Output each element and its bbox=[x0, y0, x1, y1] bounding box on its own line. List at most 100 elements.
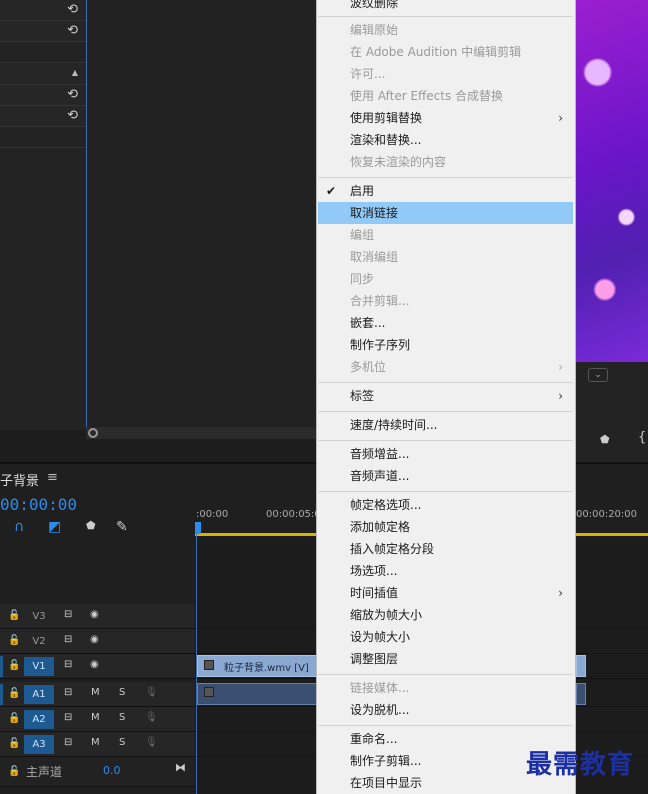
lock-icon[interactable]: 🔓 bbox=[8, 635, 20, 646]
menu-item[interactable]: 编辑原始 bbox=[318, 19, 573, 41]
lock-icon[interactable]: 🔓 bbox=[8, 713, 20, 724]
wrench-icon[interactable]: ✎ bbox=[116, 519, 128, 535]
audio-clip-end[interactable] bbox=[576, 683, 586, 705]
lock-icon[interactable]: 🔓 bbox=[8, 660, 20, 671]
mute-button[interactable]: M bbox=[91, 687, 100, 698]
track-id-v3[interactable]: V3 bbox=[24, 607, 54, 626]
fx-property-row[interactable]: ⟲ bbox=[0, 0, 86, 21]
menu-item[interactable]: 场选项... bbox=[318, 560, 573, 582]
fx-property-row[interactable]: ⟲ bbox=[0, 21, 86, 42]
lock-icon[interactable]: 🔓 bbox=[8, 688, 20, 699]
mute-button[interactable]: M bbox=[91, 737, 100, 748]
menu-item[interactable]: 制作子序列 bbox=[318, 334, 573, 356]
menu-item[interactable]: 合并剪辑... bbox=[318, 290, 573, 312]
menu-item[interactable]: 许可... bbox=[318, 63, 573, 85]
video-clip-end[interactable] bbox=[576, 655, 586, 677]
reset-icon[interactable]: ⟲ bbox=[67, 87, 78, 102]
add-marker-icon[interactable]: ⬟ bbox=[86, 519, 96, 532]
menu-item[interactable]: 音频增益... bbox=[318, 443, 573, 465]
mute-button[interactable]: M bbox=[91, 712, 100, 723]
eye-icon[interactable]: ◉ bbox=[90, 634, 99, 645]
sync-lock-icon[interactable]: ⊟ bbox=[64, 687, 72, 698]
master-volume-value[interactable]: 0.0 bbox=[103, 764, 121, 777]
reset-icon[interactable]: ⟲ bbox=[67, 108, 78, 123]
go-to-end-icon[interactable]: ⧓ bbox=[175, 761, 186, 774]
sync-lock-icon[interactable]: ⊟ bbox=[64, 634, 72, 645]
mark-in-icon[interactable]: { bbox=[638, 430, 646, 445]
playhead-timecode[interactable]: 00:00:00 bbox=[0, 495, 77, 514]
menu-item[interactable]: 恢复未渲染的内容 bbox=[318, 151, 573, 173]
lock-icon[interactable]: 🔓 bbox=[8, 610, 20, 621]
track-header-a1[interactable]: 🔓 A1 ⊟ M S 🎙 bbox=[0, 682, 195, 707]
fx-property-row[interactable]: ⟲ bbox=[0, 106, 86, 127]
track-id-v1[interactable]: V1 bbox=[24, 657, 54, 676]
menu-item[interactable]: 取消链接 bbox=[318, 202, 573, 224]
playhead[interactable] bbox=[195, 522, 201, 534]
menu-item[interactable]: 设为帧大小 bbox=[318, 626, 573, 648]
menu-item[interactable]: 速度/持续时间... bbox=[318, 414, 573, 436]
menu-item[interactable]: 启用 ✔ bbox=[318, 180, 573, 202]
fx-section-header[interactable]: ▲ bbox=[0, 64, 86, 85]
menu-item[interactable]: 帧定格选项... bbox=[318, 494, 573, 516]
track-header-v3[interactable]: 🔓 V3 ⊟ ◉ bbox=[0, 604, 195, 629]
snap-magnet-icon[interactable]: ∩ bbox=[14, 519, 24, 535]
solo-button[interactable]: S bbox=[119, 737, 125, 748]
track-header-a3[interactable]: 🔓 A3 ⊟ M S 🎙 bbox=[0, 732, 195, 757]
track-header-v1[interactable]: 🔓 V1 ⊟ ◉ bbox=[0, 654, 195, 679]
menu-item[interactable]: 波纹删除 bbox=[318, 0, 573, 14]
menu-item[interactable]: 设为脱机... bbox=[318, 699, 573, 721]
menu-item[interactable]: 缩放为帧大小 bbox=[318, 604, 573, 626]
microphone-icon[interactable]: 🎙 bbox=[145, 712, 158, 723]
source-patch[interactable] bbox=[0, 656, 3, 677]
track-id-a2[interactable]: A2 bbox=[24, 710, 54, 729]
linked-selection-icon[interactable]: ◩ bbox=[48, 519, 61, 535]
menu-item[interactable]: 插入帧定格分段 bbox=[318, 538, 573, 560]
audio-clip[interactable] bbox=[197, 683, 317, 705]
microphone-icon[interactable]: 🎙 bbox=[145, 687, 158, 698]
track-id-a1[interactable]: A1 bbox=[24, 685, 54, 704]
menu-item[interactable]: 音频声道... bbox=[318, 465, 573, 487]
lock-icon[interactable]: 🔓 bbox=[8, 738, 20, 749]
solo-button[interactable]: S bbox=[119, 712, 125, 723]
menu-item[interactable]: 编组 bbox=[318, 224, 573, 246]
horizontal-scrollbar[interactable] bbox=[86, 427, 316, 439]
hamburger-menu-icon[interactable]: ≡ bbox=[47, 470, 58, 485]
solo-button[interactable]: S bbox=[119, 687, 125, 698]
eye-icon[interactable]: ◉ bbox=[90, 659, 99, 670]
sync-lock-icon[interactable]: ⊟ bbox=[64, 712, 72, 723]
sync-lock-icon[interactable]: ⊟ bbox=[64, 609, 72, 620]
menu-item[interactable]: 时间插值 › bbox=[318, 582, 573, 604]
resolution-dropdown[interactable]: ⌄ bbox=[588, 368, 608, 382]
marker-icon[interactable]: ⬟ bbox=[600, 433, 610, 446]
eye-icon[interactable]: ◉ bbox=[90, 609, 99, 620]
source-patch[interactable] bbox=[0, 684, 3, 705]
microphone-icon[interactable]: 🎙 bbox=[145, 737, 158, 748]
menu-item[interactable]: 标签 › bbox=[318, 385, 573, 407]
sync-lock-icon[interactable]: ⊟ bbox=[64, 737, 72, 748]
menu-item[interactable]: 添加帧定格 bbox=[318, 516, 573, 538]
sequence-tab-title[interactable]: 子背景 bbox=[0, 470, 39, 489]
menu-item[interactable]: 多机位 › bbox=[318, 356, 573, 378]
fx-property-row[interactable]: ⟲ bbox=[0, 85, 86, 106]
collapse-triangle-icon[interactable]: ▲ bbox=[72, 68, 78, 77]
menu-item[interactable]: 嵌套... bbox=[318, 312, 573, 334]
scroll-handle[interactable] bbox=[88, 428, 98, 438]
menu-item[interactable]: 同步 bbox=[318, 268, 573, 290]
keyframe-graph-area[interactable] bbox=[86, 0, 316, 430]
track-id-v2[interactable]: V2 bbox=[24, 632, 54, 651]
lock-icon[interactable]: 🔓 bbox=[8, 766, 20, 777]
menu-item[interactable]: 在 Adobe Audition 中编辑剪辑 bbox=[318, 41, 573, 63]
reset-icon[interactable]: ⟲ bbox=[67, 23, 78, 38]
menu-item[interactable]: 使用 After Effects 合成替换 bbox=[318, 85, 573, 107]
sync-lock-icon[interactable]: ⊟ bbox=[64, 659, 72, 670]
menu-item[interactable]: 取消编组 bbox=[318, 246, 573, 268]
menu-item[interactable]: 渲染和替换... bbox=[318, 129, 573, 151]
menu-item[interactable]: 使用剪辑替换 › bbox=[318, 107, 573, 129]
menu-item[interactable]: 调整图层 bbox=[318, 648, 573, 670]
reset-icon[interactable]: ⟲ bbox=[67, 2, 78, 17]
track-header-v2[interactable]: 🔓 V2 ⊟ ◉ bbox=[0, 629, 195, 654]
track-id-a3[interactable]: A3 bbox=[24, 735, 54, 754]
video-clip[interactable]: 粒子背景.wmv [V] bbox=[197, 655, 317, 677]
menu-item[interactable]: 链接媒体... bbox=[318, 677, 573, 699]
track-header-a2[interactable]: 🔓 A2 ⊟ M S 🎙 bbox=[0, 707, 195, 732]
